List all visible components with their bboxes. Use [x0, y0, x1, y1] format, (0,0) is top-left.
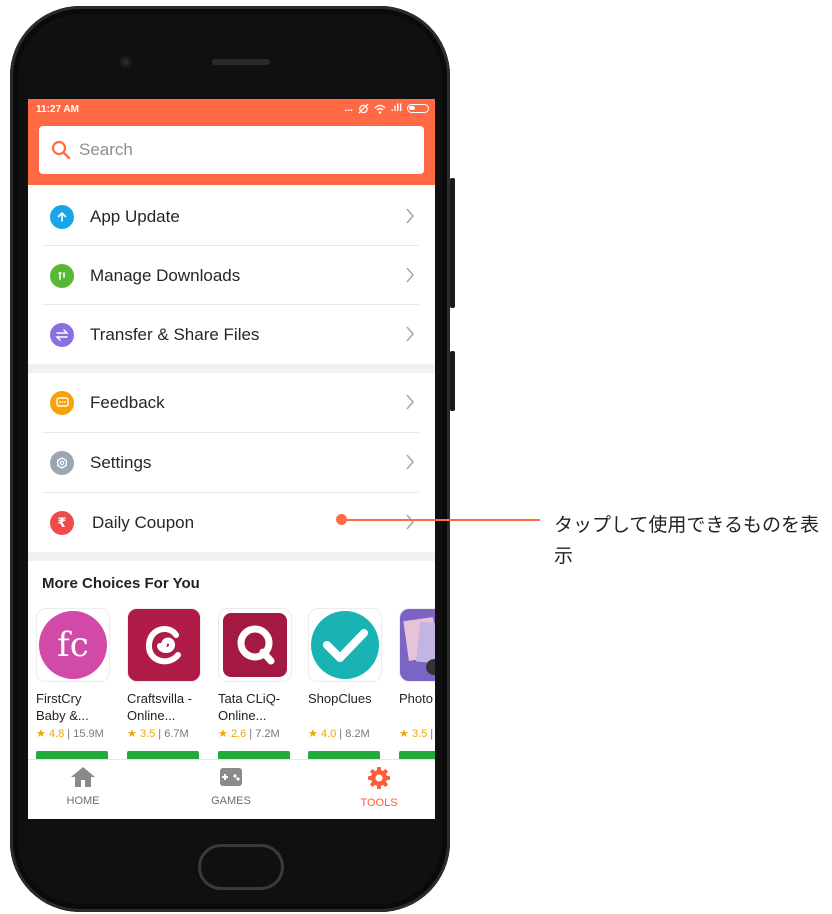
callout-dot [336, 514, 347, 525]
app-meta: ★ 3.5 | 6.7M [127, 728, 189, 740]
app-name: FirstCry Baby &... [36, 691, 89, 723]
app-downloads: 8.2M [345, 728, 370, 740]
firstcry-logo: fc [36, 608, 110, 682]
app-meta: ★ 3.5 | [399, 728, 434, 740]
app-meta: ★ 4.0 | 8.2M [308, 728, 370, 740]
app-card-craftsvilla[interactable]: Craftsvilla - Online... ★ 3.5 | 6.7M [127, 608, 205, 765]
menu-item-label: Daily Coupon [92, 512, 195, 532]
chevron-right-icon [406, 267, 414, 283]
app-downloads: 7.2M [255, 728, 280, 740]
download-icon [50, 263, 74, 288]
search-input[interactable]: Search [39, 126, 424, 174]
app-meta: ★ 2.6 | 7.2M [218, 728, 280, 740]
chevron-right-icon [406, 514, 414, 530]
chevron-right-icon [406, 394, 414, 410]
star-icon: ★ [218, 728, 228, 740]
front-camera [120, 56, 132, 68]
wifi-icon [374, 104, 386, 114]
gamepad-icon [220, 768, 242, 786]
search-icon [51, 140, 71, 160]
app-downloads: 6.7M [164, 728, 189, 740]
menu-item-label: Manage Downloads [90, 265, 241, 285]
gear-icon [50, 450, 74, 475]
app-name: Photo [399, 691, 433, 706]
star-icon: ★ [399, 728, 409, 740]
app-card-shopclues[interactable]: ShopClues ★ 4.0 | 8.2M [308, 608, 386, 765]
app-rating: 3.5 [411, 728, 428, 740]
nav-label: HOME [66, 795, 100, 807]
screen: 11:27 AM ... .ıll Search App Update Mana… [28, 99, 435, 819]
chat-icon [50, 390, 74, 415]
nav-tools[interactable]: TOOLS [329, 766, 429, 809]
menu-item-manage-downloads[interactable]: Manage Downloads [42, 246, 419, 305]
section-divider [28, 552, 435, 561]
chevron-right-icon [406, 454, 414, 470]
volume-button [450, 178, 455, 308]
status-time: 11:27 AM [36, 104, 79, 115]
photo-app-logo [399, 608, 435, 682]
menu-item-daily-coupon[interactable]: ₹ Daily Coupon [42, 493, 419, 552]
app-name: Craftsvilla - Online... [127, 691, 193, 723]
nav-label: TOOLS [360, 797, 398, 809]
menu-item-feedback[interactable]: Feedback [42, 373, 419, 432]
svg-text:fc: fc [57, 625, 89, 665]
chevron-right-icon [406, 326, 414, 342]
app-card-tatacliq[interactable]: Tata CLiQ- Online... ★ 2.6 | 7.2M [218, 608, 296, 765]
app-rating: 4.0 [320, 728, 337, 740]
rupee-icon: ₹ [50, 510, 74, 535]
app-card-photo[interactable]: Photo ★ 3.5 | [399, 608, 435, 765]
battery-icon [407, 104, 429, 113]
app-rating: 2.6 [230, 728, 247, 740]
app-name: ShopClues [308, 691, 372, 706]
bottom-nav: HOME GAMES TOOLS [28, 759, 435, 819]
callout-text: タップして使用できるものを表示 [554, 514, 820, 567]
nav-label: GAMES [211, 795, 251, 807]
chevron-right-icon [406, 208, 414, 224]
app-rating: 3.5 [139, 728, 156, 740]
more-dots-icon: ... [344, 103, 353, 114]
section-title: More Choices For You [42, 575, 200, 592]
alarm-off-icon [358, 103, 369, 114]
menu-item-settings[interactable]: Settings [42, 433, 419, 492]
app-name: Tata CLiQ- Online... [218, 691, 281, 723]
star-icon: ★ [127, 728, 137, 740]
app-card-firstcry[interactable]: fc FirstCry Baby &... ★ 4.8 | 15.9M [36, 608, 114, 765]
arrow-up-icon [50, 204, 74, 229]
app-downloads: 15.9M [73, 728, 104, 740]
callout-line [342, 519, 540, 521]
nav-home[interactable]: HOME [33, 766, 133, 807]
star-icon: ★ [308, 728, 318, 740]
craftsvilla-logo [127, 608, 201, 682]
menu-item-label: App Update [90, 206, 180, 226]
menu-item-label: Feedback [90, 392, 165, 412]
home-icon [71, 767, 95, 787]
home-key[interactable] [198, 844, 284, 890]
app-meta: ★ 4.8 | 15.9M [36, 728, 104, 740]
transfer-icon [50, 322, 74, 347]
app-rating: 4.8 [48, 728, 65, 740]
nav-games[interactable]: GAMES [181, 766, 281, 807]
gear-icon [368, 767, 390, 789]
power-button [450, 351, 455, 411]
earpiece-speaker [212, 59, 270, 65]
tatacliq-logo [218, 608, 292, 682]
menu-item-app-update[interactable]: App Update [42, 187, 419, 246]
menu-item-label: Transfer & Share Files [90, 324, 260, 344]
status-icons: ... .ıll [345, 103, 429, 114]
menu-item-label: Settings [90, 452, 152, 472]
search-placeholder: Search [79, 140, 133, 159]
star-icon: ★ [36, 728, 46, 740]
shopclues-logo [308, 608, 382, 682]
app-header: 11:27 AM ... .ıll Search [28, 99, 435, 185]
signal-icon: .ıll [390, 103, 402, 114]
section-divider [28, 364, 435, 373]
menu-item-transfer-share[interactable]: Transfer & Share Files [42, 305, 419, 364]
